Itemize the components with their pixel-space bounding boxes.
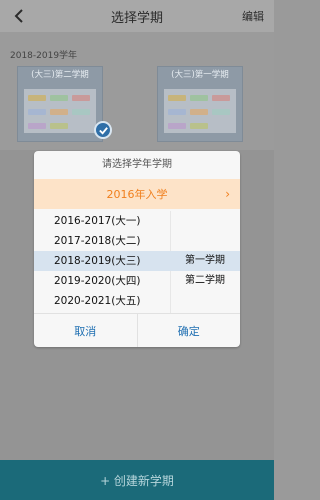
entry-year-label: 2016年入学 [106, 188, 168, 201]
chevron-left-icon [14, 9, 23, 23]
timetable-thumbnail [24, 89, 96, 133]
term-option-selected[interactable]: 第一学期 [170, 251, 240, 271]
academic-year-label: 2018-2019学年 [10, 51, 78, 61]
semester-card-caption: (大三)第二学期 [31, 70, 89, 80]
dialog-title: 请选择学年学期 [102, 159, 172, 170]
semester-card-first[interactable]: (大三)第一学期 [157, 66, 243, 142]
cancel-button[interactable]: 取消 [34, 314, 137, 347]
year-option[interactable]: 2016-2017(大一) [34, 211, 170, 231]
entry-year-selector[interactable]: 2016年入学 › [34, 179, 240, 209]
year-option[interactable]: 2020-2021(大五) [34, 291, 170, 311]
term-option[interactable]: 第二学期 [170, 271, 240, 291]
term-option[interactable] [170, 211, 240, 231]
semester-picker-dialog: 请选择学年学期 2016年入学 › 2016-2017(大一) 2017-201… [34, 151, 240, 347]
term-option[interactable] [170, 291, 240, 311]
year-option[interactable]: 2017-2018(大二) [34, 231, 170, 251]
header-bar: 选择学期 编辑 [0, 0, 274, 32]
dialog-actions: 取消 确定 [34, 313, 240, 347]
chevron-right-icon: › [225, 187, 230, 201]
create-semester-label: + 创建新学期 [100, 473, 174, 488]
year-term-picker[interactable]: 2016-2017(大一) 2017-2018(大二) 2018-2019(大三… [34, 211, 240, 313]
timetable-thumbnail [164, 89, 236, 133]
term-column[interactable]: 第一学期 第二学期 [170, 211, 240, 313]
semester-card-caption: (大三)第一学期 [171, 70, 229, 80]
semester-card-second[interactable]: (大三)第二学期 [17, 66, 103, 142]
confirm-button[interactable]: 确定 [138, 314, 241, 347]
year-option-selected[interactable]: 2018-2019(大三) [34, 251, 170, 271]
selected-check-icon [94, 121, 112, 139]
create-semester-button[interactable]: + 创建新学期 [0, 460, 274, 500]
back-button[interactable] [8, 4, 30, 28]
term-option[interactable] [170, 231, 240, 251]
edit-button[interactable]: 编辑 [242, 8, 264, 24]
page-title: 选择学期 [110, 10, 163, 26]
academic-year-column[interactable]: 2016-2017(大一) 2017-2018(大二) 2018-2019(大三… [34, 211, 170, 313]
year-option[interactable]: 2019-2020(大四) [34, 271, 170, 291]
